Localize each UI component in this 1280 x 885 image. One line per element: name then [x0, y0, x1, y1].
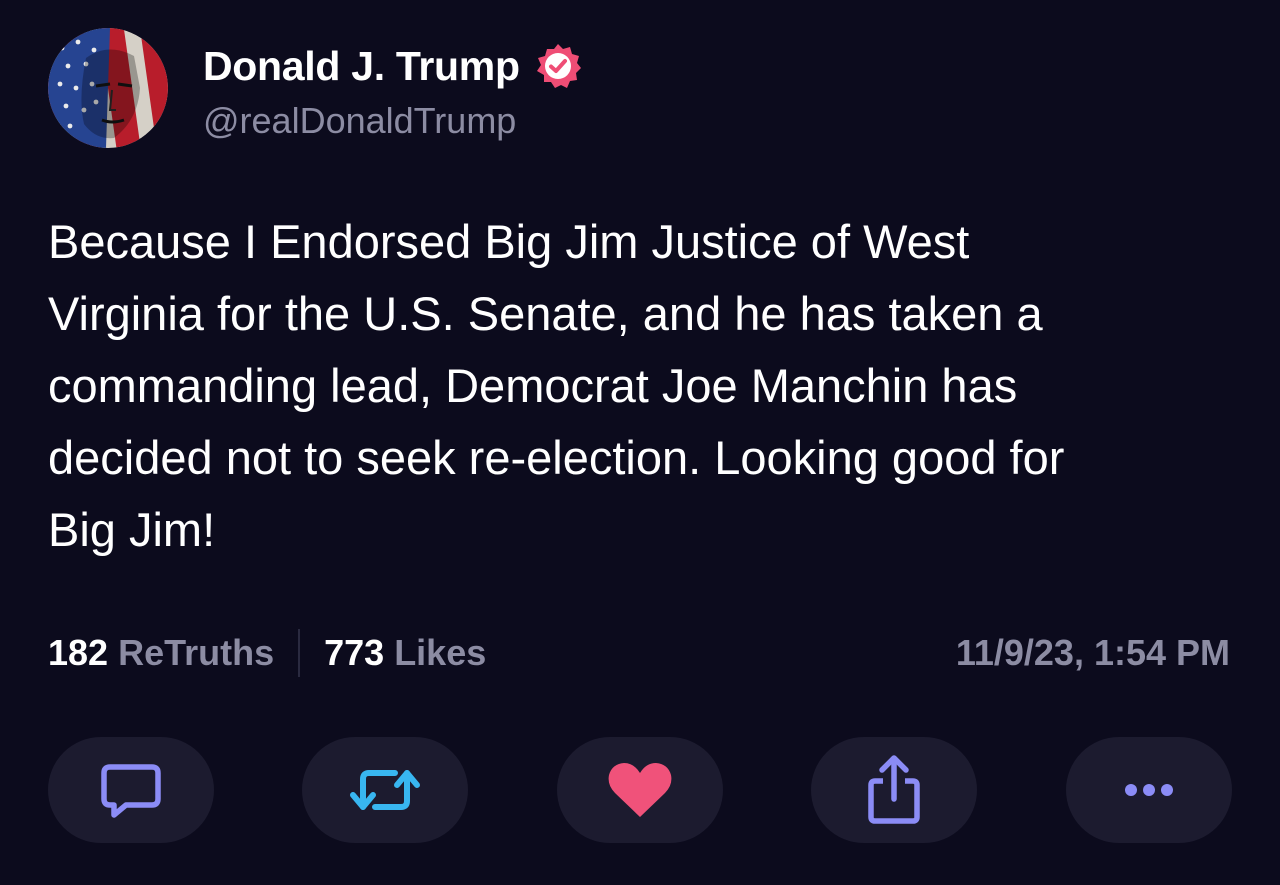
author-handle[interactable]: @realDonaldTrump: [203, 100, 516, 142]
verified-badge-icon: [536, 44, 581, 88]
author-display-name[interactable]: Donald J. Trump: [203, 43, 520, 90]
retruths-label: ReTruths: [118, 632, 275, 673]
share-button[interactable]: [811, 737, 977, 843]
stats-divider: [298, 629, 301, 677]
more-dots-icon: [1125, 784, 1173, 796]
post-stats: 182 ReTruths 773 Likes: [48, 626, 486, 680]
post-text-line: Virginia for the U.S. Senate, and he has…: [48, 287, 1043, 340]
post-text-line: Because I Endorsed Big Jim Justice of We…: [48, 215, 970, 268]
post-text-line: decided not to seek re-election. Looking…: [48, 431, 1065, 484]
retruths-stat[interactable]: 182 ReTruths: [48, 632, 274, 674]
more-button[interactable]: [1066, 737, 1232, 843]
reply-button[interactable]: [48, 737, 214, 843]
retruths-count: 182: [48, 632, 109, 673]
like-button[interactable]: [557, 737, 723, 843]
speech-bubble-icon: [101, 764, 161, 818]
retruth-button[interactable]: [302, 737, 468, 843]
post-text-line: commanding lead, Democrat Joe Manchin ha…: [48, 359, 1018, 412]
author-name-row: Donald J. Trump: [203, 40, 582, 92]
repost-arrows-icon: [350, 770, 420, 810]
heart-icon: [608, 763, 672, 817]
post-text-line: Big Jim!: [48, 503, 216, 556]
share-icon: [868, 755, 920, 824]
likes-stat[interactable]: 773 Likes: [324, 632, 486, 674]
likes-label: Likes: [394, 632, 487, 673]
avatar-image: [48, 28, 168, 148]
author-avatar[interactable]: [48, 28, 168, 148]
likes-count: 773: [324, 632, 385, 673]
post-text: Because I Endorsed Big Jim Justice of We…: [48, 206, 1248, 566]
post-timestamp: 11/9/23, 1:54 PM: [955, 632, 1230, 673]
post-actions: [48, 737, 1232, 843]
